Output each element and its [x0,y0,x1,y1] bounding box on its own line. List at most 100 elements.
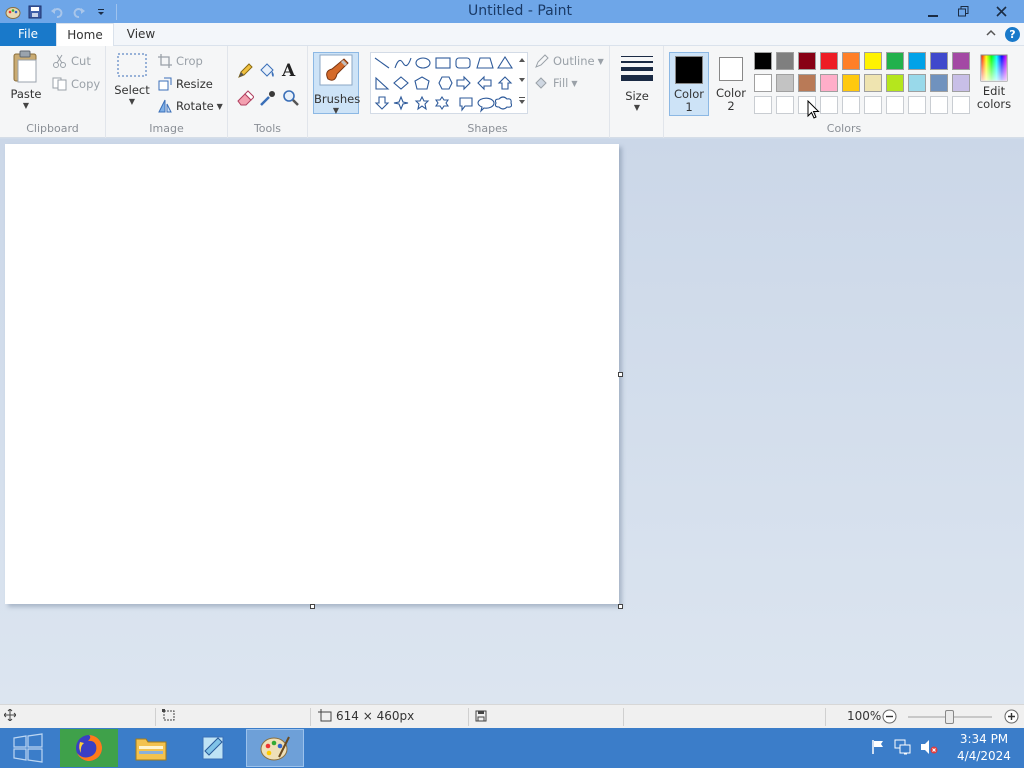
brush-icon [319,54,353,86]
clock[interactable]: 3:34 PM 4/4/2024 [944,731,1024,765]
edit-colors-button[interactable]: Edit colors [974,54,1014,111]
palette-color-swatch[interactable] [930,52,948,70]
palette-color-swatch[interactable] [842,52,860,70]
crop-button[interactable]: Crop [158,52,203,70]
customize-quick-access-icon[interactable] [90,1,112,23]
magnifier-tool[interactable] [282,89,300,107]
shapes-expand-icon [519,100,525,104]
palette-color-swatch[interactable] [754,52,772,70]
clipboard-icon [13,50,37,83]
palette-custom-color-slot[interactable] [776,96,794,114]
size-dropdown-icon: ▼ [633,103,641,112]
drawing-canvas[interactable] [5,144,619,604]
image-dimensions: 614 × 460px [336,709,415,723]
eraser-tool[interactable] [236,89,254,107]
palette-color-swatch[interactable] [798,52,816,70]
color-picker-tool[interactable] [259,89,277,107]
palette-color-swatch[interactable] [776,52,794,70]
taskbar-notepad[interactable] [184,729,242,767]
copy-button[interactable]: Copy [52,75,100,93]
select-button[interactable]: Select ▼ [114,50,150,106]
resize-icon [158,77,172,91]
minimize-ribbon-icon[interactable] [984,27,998,41]
tab-home[interactable]: Home [56,23,114,47]
text-tool[interactable]: A [282,61,295,81]
zoom-in-button[interactable] [1004,709,1019,727]
palette-color-swatch[interactable] [930,74,948,92]
palette-custom-color-slot[interactable] [886,96,904,114]
palette-color-swatch[interactable] [908,52,926,70]
palette-color-swatch[interactable] [798,74,816,92]
volume-muted-icon[interactable] [920,739,938,758]
size-group: Size ▼ [610,46,664,138]
windows-logo-icon [13,733,43,763]
pencil-tool[interactable] [236,62,254,80]
palette-custom-color-slot[interactable] [952,96,970,114]
canvas-resize-handle-right[interactable] [618,372,623,377]
outline-button[interactable]: Outline ▼ [534,52,604,70]
palette-custom-color-slot[interactable] [864,96,882,114]
save-icon[interactable] [24,1,46,23]
select-rectangle-icon [117,53,147,77]
palette-color-swatch[interactable] [864,74,882,92]
palette-color-swatch[interactable] [886,52,904,70]
palette-custom-color-slot[interactable] [820,96,838,114]
palette-color-swatch[interactable] [754,74,772,92]
help-icon[interactable]: ? [1005,27,1020,42]
rotate-button[interactable]: Rotate ▼ [158,97,223,115]
canvas-resize-handle-bottom[interactable] [310,604,315,609]
minimize-button[interactable] [918,0,948,23]
zoom-slider-thumb[interactable] [945,710,954,724]
redo-icon[interactable] [68,1,90,23]
restore-button[interactable] [948,0,978,23]
zoom-out-button[interactable] [882,709,897,727]
eyedropper-icon [260,91,275,106]
eraser-icon [237,90,254,106]
cursor-position-icon [3,708,17,724]
palette-custom-color-slot[interactable] [930,96,948,114]
palette-color-swatch[interactable] [952,52,970,70]
cut-button[interactable]: Cut [52,52,91,70]
palette-color-swatch[interactable] [908,74,926,92]
canvas-area [0,139,1024,704]
tab-view[interactable]: View [114,23,168,46]
palette-custom-color-slot[interactable] [908,96,926,114]
taskbar-firefox[interactable] [60,729,118,767]
resize-button[interactable]: Resize [158,75,213,93]
hexagon-shape-icon [438,76,453,90]
palette-custom-color-slot[interactable] [754,96,772,114]
palette-custom-color-slot[interactable] [842,96,860,114]
palette-color-swatch[interactable] [886,74,904,92]
canvas-resize-handle-corner[interactable] [618,604,623,609]
undo-icon[interactable] [46,1,68,23]
taskbar-paint[interactable] [246,729,304,767]
title-bar: Untitled - Paint [0,0,1024,23]
window-title: Untitled - Paint [468,3,572,19]
brushes-button[interactable]: Brushes ▼ [313,52,360,115]
copy-icon [52,77,67,91]
tab-file[interactable]: File [0,23,56,46]
paint-app-icon[interactable] [2,1,24,23]
taskbar-file-explorer[interactable] [122,729,180,767]
palette-color-swatch[interactable] [842,74,860,92]
paste-button[interactable]: Paste ▼ [6,50,46,110]
quick-access-separator [116,3,117,20]
size-button[interactable]: Size ▼ [618,54,656,112]
network-icon[interactable] [894,739,912,758]
fill-tool[interactable] [258,62,276,80]
color-2-button[interactable]: Color 2 [711,52,751,116]
palette-color-swatch[interactable] [820,74,838,92]
action-center-flag-icon[interactable] [870,739,886,758]
palette-color-swatch[interactable] [952,74,970,92]
crop-label: Crop [176,54,203,68]
rectangle-shape-icon [435,57,451,69]
color-1-button[interactable]: Color 1 [669,52,709,116]
start-button[interactable] [0,729,56,767]
resize-label: Resize [176,77,213,91]
palette-color-swatch[interactable] [776,74,794,92]
palette-color-swatch[interactable] [864,52,882,70]
palette-color-swatch[interactable] [820,52,838,70]
close-button[interactable] [978,0,1024,23]
fill-button[interactable]: Fill ▼ [534,74,578,92]
cloud-callout-shape-icon [494,96,513,110]
